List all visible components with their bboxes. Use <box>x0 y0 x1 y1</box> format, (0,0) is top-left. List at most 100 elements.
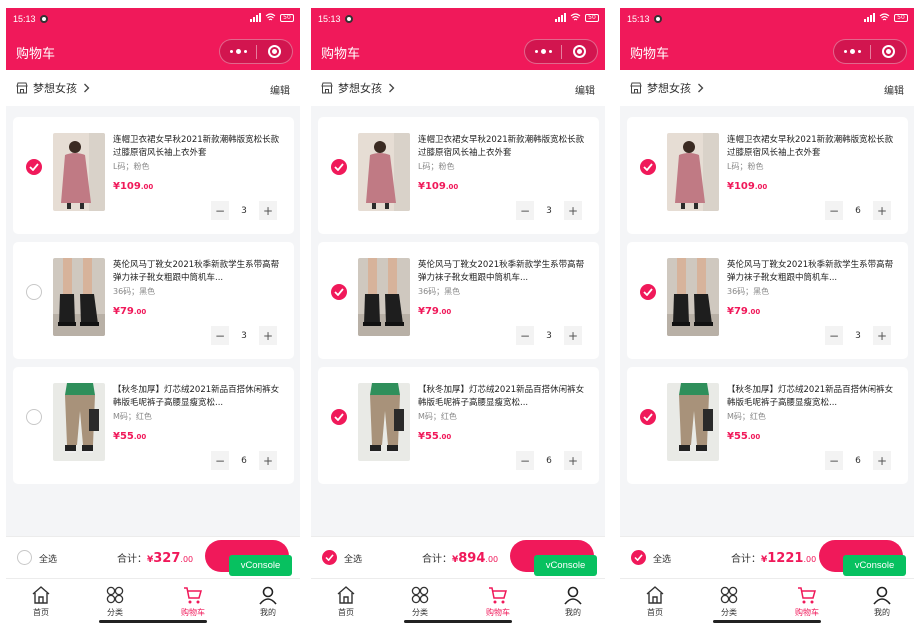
select-all-checkbox[interactable] <box>322 550 337 565</box>
product-title[interactable]: 英伦风马丁靴女2021秋季新款学生系带高帮弹力袜子靴女粗跟中筒机车... <box>727 259 899 285</box>
shop-header[interactable]: 梦想女孩 编辑 <box>620 70 914 106</box>
decrease-button[interactable]: − <box>211 201 229 220</box>
quantity-value[interactable]: 3 <box>534 326 564 345</box>
decrease-button[interactable]: − <box>211 326 229 345</box>
price-integer: 79 <box>733 306 748 317</box>
increase-button[interactable]: + <box>259 451 277 470</box>
decrease-button[interactable]: − <box>825 201 843 220</box>
quantity-value[interactable]: 6 <box>534 451 564 470</box>
tab-item[interactable]: 首页 <box>625 583 685 618</box>
quantity-stepper: −3 + <box>516 201 582 220</box>
quantity-value[interactable]: 3 <box>843 326 873 345</box>
increase-button[interactable]: + <box>564 201 582 220</box>
tab-item[interactable]: 我的 <box>543 583 603 618</box>
tab-item[interactable]: 购物车 <box>777 583 837 618</box>
product-title[interactable]: 英伦风马丁靴女2021秋季新款学生系带高帮弹力袜子靴女粗跟中筒机车... <box>418 259 590 285</box>
vconsole-button[interactable]: vConsole <box>534 555 597 576</box>
shop-header[interactable]: 梦想女孩 编辑 <box>311 70 605 106</box>
tab-item[interactable]: 我的 <box>852 583 912 618</box>
product-thumbnail[interactable] <box>667 258 719 336</box>
quantity-value[interactable]: 3 <box>534 201 564 220</box>
product-title[interactable]: 连帽卫衣裙女早秋2021新款潮韩版宽松长款过膝原宿风长袖上衣外套 <box>727 134 899 160</box>
more-menu-button[interactable] <box>220 40 256 63</box>
tab-item[interactable]: 分类 <box>390 583 450 618</box>
increase-button[interactable]: + <box>564 451 582 470</box>
tab-item[interactable]: 分类 <box>85 583 145 618</box>
store-icon <box>321 82 333 94</box>
vconsole-button[interactable]: vConsole <box>229 555 292 576</box>
product-title[interactable]: 连帽卫衣裙女早秋2021新款潮韩版宽松长款过膝原宿风长袖上衣外套 <box>418 134 590 160</box>
cart-item: 连帽卫衣裙女早秋2021新款潮韩版宽松长款过膝原宿风长袖上衣外套 L码；粉色 ¥10… <box>627 117 908 234</box>
item-checkbox[interactable] <box>331 284 347 300</box>
category-icon <box>699 585 759 605</box>
increase-button[interactable]: + <box>873 201 891 220</box>
total-value: 1221 <box>767 551 804 566</box>
product-thumbnail[interactable] <box>358 258 410 336</box>
item-checkbox[interactable] <box>26 409 42 425</box>
user-icon <box>543 585 603 605</box>
increase-button[interactable]: + <box>873 451 891 470</box>
edit-button[interactable]: 编辑 <box>270 82 290 97</box>
product-spec: L码；粉色 <box>113 162 150 171</box>
decrease-button[interactable]: − <box>516 201 534 220</box>
product-title[interactable]: 【秋冬加厚】灯芯绒2021新品百搭休闲裤女韩版毛呢裤子高腰显瘦宽松... <box>113 384 285 410</box>
decrease-button[interactable]: − <box>516 326 534 345</box>
edit-button[interactable]: 编辑 <box>575 82 595 97</box>
item-checkbox[interactable] <box>640 159 656 175</box>
item-checkbox[interactable] <box>331 409 347 425</box>
edit-button[interactable]: 编辑 <box>884 82 904 97</box>
product-thumbnail[interactable] <box>667 383 719 461</box>
shop-header[interactable]: 梦想女孩 编辑 <box>6 70 300 106</box>
tab-item[interactable]: 购物车 <box>163 583 223 618</box>
increase-button[interactable]: + <box>873 326 891 345</box>
more-menu-button[interactable] <box>834 40 870 63</box>
close-miniprogram-button[interactable] <box>562 45 597 58</box>
price-currency: ¥ <box>418 181 425 192</box>
quantity-value[interactable]: 6 <box>843 201 873 220</box>
product-title[interactable]: 【秋冬加厚】灯芯绒2021新品百搭休闲裤女韩版毛呢裤子高腰显瘦宽松... <box>727 384 899 410</box>
product-thumbnail[interactable] <box>53 383 105 461</box>
increase-button[interactable]: + <box>259 326 277 345</box>
product-thumbnail[interactable] <box>358 133 410 211</box>
tab-item[interactable]: 我的 <box>238 583 298 618</box>
select-all-label[interactable]: 全选 <box>39 552 57 565</box>
select-all-checkbox[interactable] <box>17 550 32 565</box>
tab-item[interactable]: 购物车 <box>468 583 528 618</box>
decrease-button[interactable]: − <box>211 451 229 470</box>
item-checkbox[interactable] <box>640 284 656 300</box>
product-thumbnail[interactable] <box>53 258 105 336</box>
quantity-value[interactable]: 3 <box>229 326 259 345</box>
product-thumbnail[interactable] <box>358 383 410 461</box>
decrease-button[interactable]: − <box>516 451 534 470</box>
select-all-label[interactable]: 全选 <box>653 552 671 565</box>
product-thumbnail[interactable] <box>53 133 105 211</box>
quantity-value[interactable]: 3 <box>229 201 259 220</box>
increase-button[interactable]: + <box>564 326 582 345</box>
product-title[interactable]: 英伦风马丁靴女2021秋季新款学生系带高帮弹力袜子靴女粗跟中筒机车... <box>113 259 285 285</box>
product-title[interactable]: 连帽卫衣裙女早秋2021新款潮韩版宽松长款过膝原宿风长袖上衣外套 <box>113 134 285 160</box>
item-checkbox[interactable] <box>331 159 347 175</box>
product-thumbnail[interactable] <box>667 133 719 211</box>
quantity-value[interactable]: 6 <box>229 451 259 470</box>
decrease-button[interactable]: − <box>825 326 843 345</box>
item-checkbox[interactable] <box>640 409 656 425</box>
decrease-button[interactable]: − <box>825 451 843 470</box>
close-miniprogram-button[interactable] <box>871 45 906 58</box>
wifi-icon <box>265 13 276 21</box>
product-price: ¥109.00 <box>727 181 767 192</box>
item-checkbox[interactable] <box>26 159 42 175</box>
product-spec: M码；红色 <box>727 412 766 421</box>
more-menu-button[interactable] <box>525 40 561 63</box>
quantity-value[interactable]: 6 <box>843 451 873 470</box>
increase-button[interactable]: + <box>259 201 277 220</box>
tab-item[interactable]: 首页 <box>11 583 71 618</box>
item-checkbox[interactable] <box>26 284 42 300</box>
product-title[interactable]: 【秋冬加厚】灯芯绒2021新品百搭休闲裤女韩版毛呢裤子高腰显瘦宽松... <box>418 384 590 410</box>
vconsole-button[interactable]: vConsole <box>843 555 906 576</box>
quantity-stepper: −3 + <box>516 326 582 345</box>
close-miniprogram-button[interactable] <box>257 45 292 58</box>
select-all-checkbox[interactable] <box>631 550 646 565</box>
tab-item[interactable]: 首页 <box>316 583 376 618</box>
tab-item[interactable]: 分类 <box>699 583 759 618</box>
select-all-label[interactable]: 全选 <box>344 552 362 565</box>
